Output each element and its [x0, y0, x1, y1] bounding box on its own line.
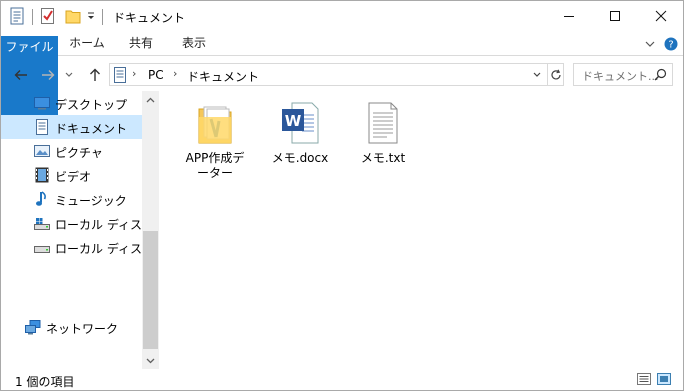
separator [102, 9, 103, 25]
svg-text:W: W [285, 112, 302, 130]
address-bar[interactable]: › PC › ドキュメント [109, 63, 564, 86]
help-button[interactable]: ? [663, 36, 679, 52]
customize-toolbar-icon[interactable] [86, 10, 96, 30]
breadcrumb-documents[interactable]: ドキュメント [187, 68, 259, 85]
navigation-scrollbar[interactable] [142, 91, 159, 369]
up-button[interactable] [84, 64, 106, 86]
desktop-icon [34, 95, 50, 111]
videos-icon [34, 167, 50, 183]
close-icon [655, 10, 667, 22]
sidebar-item-documents[interactable]: ドキュメント [1, 115, 142, 139]
scroll-down-button[interactable] [142, 352, 159, 369]
documents-icon [34, 119, 50, 135]
refresh-button[interactable] [547, 64, 564, 85]
file-item-memo-docx[interactable]: W メモ.docx [260, 95, 340, 185]
minimize-button[interactable] [546, 1, 592, 31]
sidebar-item-pictures[interactable]: ピクチャ [1, 139, 142, 163]
tab-home[interactable]: ホーム [61, 32, 113, 55]
sidebar-item-network[interactable]: ネットワーク [1, 315, 142, 339]
search-placeholder: ドキュメント... [582, 70, 659, 83]
back-button[interactable] [10, 64, 32, 86]
file-item-memo-txt[interactable]: メモ.txt [343, 95, 423, 185]
window-doc-icon[interactable] [10, 7, 24, 27]
sidebar-item-label: デスクトップ [55, 98, 128, 112]
sidebar-item-desktop[interactable]: デスクトップ [1, 91, 142, 115]
sidebar-item-label: ローカル ディスク (D [55, 242, 142, 256]
sidebar-item-label: ミュージック [55, 194, 127, 208]
scroll-thumb[interactable] [143, 231, 158, 349]
expand-ribbon-button[interactable] [642, 36, 658, 52]
chevron-right-icon[interactable]: › [132, 67, 136, 80]
drive-icon [34, 239, 50, 255]
folder-icon [195, 99, 235, 147]
recent-locations-button[interactable] [62, 64, 76, 86]
search-icon[interactable] [654, 68, 667, 84]
minimize-icon [564, 16, 574, 17]
sidebar-item-label: ネットワーク [46, 322, 119, 336]
explorer-window: ドキュメント ファイル ホーム 共有 表示 ? › PC › ドキュメント ドキ… [0, 0, 684, 391]
help-icon: ? [664, 37, 678, 51]
item-count: 1 個の項目 [15, 375, 75, 389]
file-name: メモ.docx [260, 151, 340, 166]
large-icons-view-button[interactable] [657, 373, 671, 385]
file-name: APP作成デ ーター [175, 151, 255, 181]
new-folder-icon[interactable] [65, 7, 81, 27]
tab-view[interactable]: 表示 [169, 32, 219, 55]
drive-icon [34, 215, 50, 231]
window-title: ドキュメント [113, 11, 186, 25]
chevron-down-icon [533, 72, 541, 77]
file-name: メモ.txt [343, 151, 423, 166]
sidebar-item-label: ビデオ [55, 170, 92, 184]
maximize-icon [610, 11, 620, 21]
maximize-button[interactable] [592, 1, 638, 31]
network-icon [25, 319, 41, 335]
refresh-icon [551, 69, 561, 79]
search-box[interactable]: ドキュメント... [573, 63, 673, 86]
title-bar: ドキュメント [1, 1, 683, 32]
scroll-up-button[interactable] [142, 91, 159, 108]
chevron-up-icon [146, 97, 155, 102]
file-name-line1: メモ.txt [360, 151, 406, 165]
pictures-icon [34, 143, 50, 159]
arrow-left-icon [14, 70, 27, 80]
close-button[interactable] [638, 1, 684, 31]
sidebar-item-local-disk-d[interactable]: ローカル ディスク (D [1, 235, 142, 259]
file-list[interactable]: APP作成デ ーター W メモ.docx メモ.txt [161, 91, 681, 369]
arrow-up-icon [90, 68, 100, 81]
sidebar-item-label: ローカル ディスク (C [55, 218, 142, 232]
breadcrumb-pc[interactable]: PC [148, 68, 164, 82]
forward-button[interactable] [37, 64, 59, 86]
arrow-right-icon [42, 70, 55, 80]
file-name-line1: メモ.docx [271, 151, 329, 165]
text-file-icon [363, 99, 403, 147]
chevron-right-icon[interactable]: › [173, 67, 177, 80]
file-item-app-data-folder[interactable]: APP作成デ ーター [175, 95, 255, 185]
tab-share[interactable]: 共有 [116, 32, 166, 55]
sidebar-item-label: ドキュメント [55, 122, 128, 136]
address-dropdown-button[interactable] [528, 64, 546, 85]
sidebar-item-label: ピクチャ [55, 146, 103, 160]
file-name-line2: ーター [196, 166, 233, 180]
file-name-line1: APP作成デ [185, 151, 245, 165]
chevron-down-icon [146, 358, 155, 363]
status-bar: 1 個の項目 [1, 369, 683, 390]
sidebar-item-music[interactable]: ミュージック [1, 187, 142, 211]
properties-icon[interactable] [40, 7, 56, 27]
chevron-down-icon [645, 41, 655, 47]
documents-icon [114, 67, 126, 86]
details-view-button[interactable] [637, 373, 651, 385]
navigation-pane: デスクトップ ドキュメント ピクチャ ビデオ ミュージック ローカル ディス ロ… [1, 91, 159, 369]
music-icon [34, 191, 50, 207]
separator [32, 9, 33, 25]
details-view-icon [637, 373, 651, 385]
ribbon-tabs: ファイル ホーム 共有 表示 ? [1, 32, 683, 126]
chevron-down-icon [65, 72, 73, 77]
large-icons-view-icon [657, 373, 671, 385]
sidebar-item-local-disk-c[interactable]: ローカル ディスク (C [1, 211, 142, 235]
sidebar-item-videos[interactable]: ビデオ [1, 163, 142, 187]
svg-text:?: ? [668, 40, 673, 51]
word-document-icon: W [280, 99, 320, 147]
